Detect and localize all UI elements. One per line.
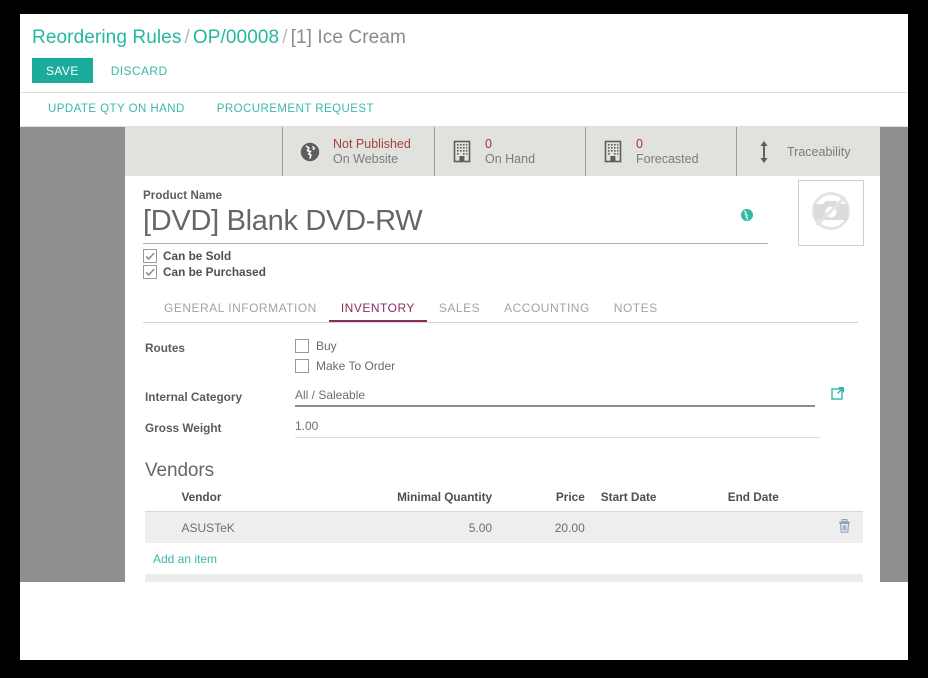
stat-on-hand-label: On Hand [485, 152, 535, 167]
cell-price[interactable]: 20.00 [500, 512, 593, 544]
secondary-action-bar: UPDATE QTY ON HAND PROCUREMENT REQUEST [20, 93, 908, 127]
gross-weight-label: Gross Weight [145, 419, 295, 435]
vendors-col-end-date[interactable]: End Date [720, 490, 827, 512]
record-action-buttons: SAVE DISCARD [32, 58, 908, 83]
route-make-to-order-row[interactable]: Make To Order [295, 359, 858, 373]
stat-traceability-label: Traceability [787, 145, 850, 159]
stat-website-line1: Not Published [333, 137, 411, 152]
gross-weight-input[interactable]: 1.00 [295, 419, 820, 438]
save-button[interactable]: SAVE [32, 58, 93, 83]
row-drag-handle[interactable] [145, 512, 173, 544]
cell-minimal-quantity[interactable]: 5.00 [310, 512, 500, 544]
stat-button-website[interactable]: Not Published On Website [283, 127, 435, 176]
route-buy-label: Buy [316, 339, 337, 353]
globe-icon [297, 141, 323, 163]
form-body: Product Name [DVD] Blank DVD-RW Can be S… [125, 176, 880, 582]
can-be-purchased-checkbox[interactable] [143, 265, 157, 279]
stat-website-text: Not Published On Website [333, 137, 411, 167]
can-be-sold-label: Can be Sold [163, 249, 231, 263]
screenshot-frame: Reordering Rules/OP/00008/[1] Ice Cream … [0, 0, 928, 678]
tab-sales[interactable]: SALES [427, 297, 492, 322]
form-backdrop: Not Published On Website [20, 127, 908, 582]
website-globe-icon[interactable] [740, 208, 754, 227]
breadcrumb-separator-2: / [279, 27, 290, 48]
can-be-purchased-label: Can be Purchased [163, 265, 266, 279]
can-be-purchased-row[interactable]: Can be Purchased [143, 265, 858, 279]
cell-start-date[interactable] [593, 512, 720, 544]
vendors-col-price[interactable]: Price [500, 490, 593, 512]
routes-label: Routes [145, 339, 295, 355]
row-delete-cell[interactable] [827, 512, 863, 544]
stat-website-line2: On Website [333, 152, 411, 167]
vendors-col-start-date[interactable]: Start Date [593, 490, 720, 512]
cell-end-date[interactable] [720, 512, 827, 544]
can-be-sold-checkbox[interactable] [143, 249, 157, 263]
tab-accounting[interactable]: ACCOUNTING [492, 297, 602, 322]
stat-forecasted-value: 0 [636, 137, 699, 152]
product-name-label: Product Name [143, 190, 858, 202]
breadcrumb-root[interactable]: Reordering Rules [32, 27, 181, 48]
cell-vendor[interactable]: ASUSTeK [173, 512, 310, 544]
trash-icon[interactable] [838, 522, 851, 536]
internal-category-select[interactable]: All / Saleable [295, 388, 815, 407]
stat-button-on-hand[interactable]: 0 On Hand [435, 127, 586, 176]
vendors-section-title: Vendors [143, 460, 858, 482]
vendors-actions-header [827, 490, 863, 512]
vendors-col-minimal-quantity[interactable]: Minimal Quantity [310, 490, 500, 512]
next-section-strip [145, 574, 863, 582]
stat-button-traceability[interactable]: Traceability [737, 127, 879, 176]
routes-field-row: Routes Buy Make To Order [145, 339, 858, 379]
tab-notes[interactable]: NOTES [602, 297, 670, 322]
routes-options: Buy Make To Order [295, 339, 858, 379]
stat-on-hand-value: 0 [485, 137, 535, 152]
app-viewport: Reordering Rules/OP/00008/[1] Ice Cream … [20, 14, 908, 660]
breadcrumb: Reordering Rules/OP/00008/[1] Ice Cream [32, 26, 908, 50]
product-image-placeholder[interactable] [798, 180, 864, 246]
stat-button-bar: Not Published On Website [125, 127, 880, 176]
internal-category-label: Internal Category [145, 388, 295, 404]
form-tabs: GENERAL INFORMATION INVENTORY SALES ACCO… [143, 297, 858, 323]
no-camera-icon [806, 188, 856, 239]
breadcrumb-current: [1] Ice Cream [291, 27, 406, 48]
route-make-to-order-label: Make To Order [316, 359, 395, 373]
product-name-input[interactable]: [DVD] Blank DVD-RW [143, 202, 768, 244]
inventory-fields: Routes Buy Make To Order [143, 339, 858, 438]
stat-forecasted-text: 0 Forecasted [636, 137, 699, 167]
table-row[interactable]: ASUSTeK 5.00 20.00 [145, 512, 863, 544]
internal-category-external-link-icon[interactable] [831, 386, 845, 405]
tab-general-information[interactable]: GENERAL INFORMATION [152, 297, 329, 322]
vendors-table: Vendor Minimal Quantity Price Start Date… [145, 490, 863, 544]
internal-category-control: All / Saleable [295, 388, 858, 407]
stat-button-forecasted[interactable]: 0 Forecasted [586, 127, 737, 176]
update-qty-on-hand-button[interactable]: UPDATE QTY ON HAND [48, 103, 185, 116]
up-down-arrow-icon [751, 139, 777, 165]
add-an-item-link[interactable]: Add an item [143, 544, 858, 566]
route-buy-checkbox[interactable] [295, 339, 309, 353]
control-panel: Reordering Rules/OP/00008/[1] Ice Cream … [20, 14, 908, 93]
stat-on-hand-text: 0 On Hand [485, 137, 535, 167]
gross-weight-field-row: Gross Weight 1.00 [145, 419, 858, 438]
building-icon [600, 140, 626, 163]
route-make-to-order-checkbox[interactable] [295, 359, 309, 373]
vendors-col-vendor[interactable]: Vendor [173, 490, 310, 512]
route-buy-row[interactable]: Buy [295, 339, 858, 353]
internal-category-field-row: Internal Category All / Saleable [145, 388, 858, 407]
can-be-sold-row[interactable]: Can be Sold [143, 249, 858, 263]
stat-bar-spacer [125, 127, 283, 176]
stat-forecasted-label: Forecasted [636, 152, 699, 167]
breadcrumb-separator-1: / [181, 27, 192, 48]
procurement-request-button[interactable]: PROCUREMENT REQUEST [217, 103, 374, 116]
tab-inventory[interactable]: INVENTORY [329, 297, 427, 322]
vendors-handle-header [145, 490, 173, 512]
discard-button[interactable]: DISCARD [107, 58, 172, 83]
vendors-table-header-row: Vendor Minimal Quantity Price Start Date… [145, 490, 863, 512]
gross-weight-control: 1.00 [295, 419, 858, 438]
building-icon [449, 140, 475, 163]
breadcrumb-parent[interactable]: OP/00008 [193, 27, 279, 48]
form-sheet: Not Published On Website [125, 127, 880, 582]
